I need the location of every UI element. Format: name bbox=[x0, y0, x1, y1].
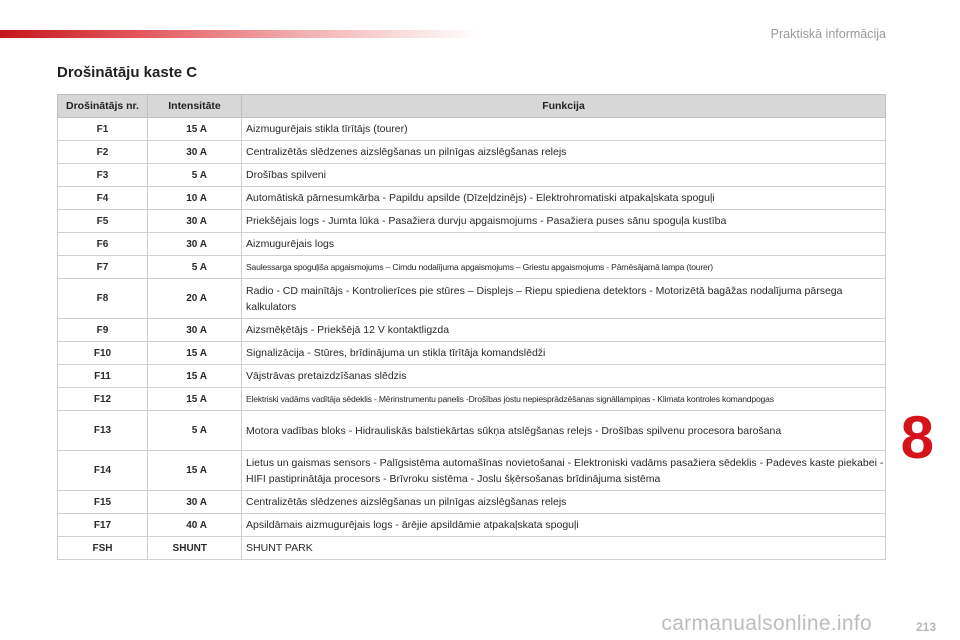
intensity-cell: 30 A bbox=[147, 232, 242, 256]
intensity-cell: 5 A bbox=[147, 255, 242, 279]
table-row: F8 20 A Radio - CD mainītājs - Kontrolierī… bbox=[57, 278, 886, 319]
function-cell: Centralizētās slēdzenes aizslēgšanas un … bbox=[241, 140, 886, 164]
table-row: F4 10 A Automātiskā pārnesumkārba - Papild… bbox=[57, 186, 886, 210]
column-header-function: Funkcija bbox=[241, 94, 886, 118]
fuse-number-cell: F3 bbox=[57, 163, 148, 187]
fuse-number-cell: F14 bbox=[57, 450, 148, 491]
function-cell: Saulessarga spoguļiša apgaismojums – Cim… bbox=[241, 255, 886, 279]
intensity-cell: 30 A bbox=[147, 318, 242, 342]
fuse-number-cell: F2 bbox=[57, 140, 148, 164]
intensity-cell: 10 A bbox=[147, 186, 242, 210]
table-row: F7 5 A Saulessarga spoguļiša apgaismojums … bbox=[57, 255, 886, 279]
table-row: F11 15 A Vājstrāvas pretaizdzīšanas slēdzi… bbox=[57, 364, 886, 388]
fuse-number-cell: F8 bbox=[57, 278, 148, 319]
intensity-cell: 40 A bbox=[147, 513, 242, 537]
intensity-cell: 30 A bbox=[147, 490, 242, 514]
fuse-number-cell: F10 bbox=[57, 341, 148, 365]
table-row: F15 30 A Centralizētās slēdzenes aizslēgša… bbox=[57, 490, 886, 514]
function-cell: Apsildāmais aizmugurējais logs - ārējie … bbox=[241, 513, 886, 537]
table-row: FSH SHUNT SHUNT PARK bbox=[57, 536, 886, 560]
intensity-cell: 15 A bbox=[147, 450, 242, 491]
fuse-number-cell: FSH bbox=[57, 536, 148, 560]
header-accent-stripe bbox=[0, 30, 480, 38]
function-cell: Aizmugurējais logs bbox=[241, 232, 886, 256]
fuse-number-cell: F6 bbox=[57, 232, 148, 256]
intensity-cell: 30 A bbox=[147, 140, 242, 164]
fuse-number-cell: F5 bbox=[57, 209, 148, 233]
fuse-number-cell: F12 bbox=[57, 387, 148, 411]
fuse-number-cell: F17 bbox=[57, 513, 148, 537]
table-row: F2 30 A Centralizētās slēdzenes aizslēgšan… bbox=[57, 140, 886, 164]
fuse-table: Drošinātājs nr. Intensitāte Funkcija F1 1… bbox=[57, 94, 886, 560]
table-row: F1 15 A Aizmugurējais stikla tīrītājs (tou… bbox=[57, 117, 886, 141]
intensity-cell: 20 A bbox=[147, 278, 242, 319]
table-row: F14 15 A Lietus un gaismas sensors - Palīg… bbox=[57, 450, 886, 491]
intensity-cell: 15 A bbox=[147, 341, 242, 365]
fuse-number-cell: F7 bbox=[57, 255, 148, 279]
function-cell: Aizsmēķētājs - Priekšējā 12 V kontaktlig… bbox=[241, 318, 886, 342]
function-cell: Motora vadības bloks - Hidrauliskās bals… bbox=[241, 410, 886, 451]
table-header-row: Drošinātājs nr. Intensitāte Funkcija bbox=[57, 94, 886, 118]
page-number: 213 bbox=[915, 620, 936, 634]
column-header-fuse-number: Drošinātājs nr. bbox=[57, 94, 148, 118]
function-cell: Drošības spilveni bbox=[241, 163, 886, 187]
function-cell: Lietus un gaismas sensors - Palīgsistēma… bbox=[241, 450, 886, 491]
function-cell: Vājstrāvas pretaizdzīšanas slēdzis bbox=[241, 364, 886, 388]
page-title: Drošinātāju kaste C bbox=[57, 64, 198, 81]
intensity-cell: 15 A bbox=[147, 387, 242, 411]
function-cell: Signalizācija - Stūres, brīdinājuma un s… bbox=[241, 341, 886, 365]
intensity-cell: 15 A bbox=[147, 364, 242, 388]
table-row: F3 5 A Drošības spilveni bbox=[57, 163, 886, 187]
function-cell: Automātiskā pārnesumkārba - Papildu apsi… bbox=[241, 186, 886, 210]
function-cell: Radio - CD mainītājs - Kontrolierīces pi… bbox=[241, 278, 886, 319]
table-row: F13 5 A Motora vadības bloks - Hidrauliskā… bbox=[57, 410, 886, 451]
intensity-cell: 5 A bbox=[147, 410, 242, 451]
watermark: carmanualsonline.info bbox=[661, 612, 872, 635]
table-row: F9 30 A Aizsmēķētājs - Priekšējā 12 V kont… bbox=[57, 318, 886, 342]
intensity-cell: SHUNT bbox=[147, 536, 242, 560]
chapter-number: 8 bbox=[900, 404, 934, 471]
table-row: F12 15 A Elektriski vadāms vadītāja sēdekl… bbox=[57, 387, 886, 411]
intensity-cell: 15 A bbox=[147, 117, 242, 141]
fuse-number-cell: F1 bbox=[57, 117, 148, 141]
function-cell: Priekšējais logs - Jumta lūka - Pasažier… bbox=[241, 209, 886, 233]
fuse-number-cell: F9 bbox=[57, 318, 148, 342]
function-cell: Centralizētās slēdzenes aizslēgšanas un … bbox=[241, 490, 886, 514]
section-header: Praktiskā informācija bbox=[770, 27, 886, 41]
table-row: F5 30 A Priekšējais logs - Jumta lūka - Pa… bbox=[57, 209, 886, 233]
table-row: F6 30 A Aizmugurējais logs bbox=[57, 232, 886, 256]
table-row: F17 40 A Apsildāmais aizmugurējais logs - … bbox=[57, 513, 886, 537]
fuse-number-cell: F15 bbox=[57, 490, 148, 514]
function-cell: Aizmugurējais stikla tīrītājs (tourer) bbox=[241, 117, 886, 141]
function-cell: Elektriski vadāms vadītāja sēdeklis - Mē… bbox=[241, 387, 886, 411]
intensity-cell: 5 A bbox=[147, 163, 242, 187]
function-cell: SHUNT PARK bbox=[241, 536, 886, 560]
fuse-number-cell: F13 bbox=[57, 410, 148, 451]
table-row: F10 15 A Signalizācija - Stūres, brīdināju… bbox=[57, 341, 886, 365]
fuse-number-cell: F4 bbox=[57, 186, 148, 210]
fuse-number-cell: F11 bbox=[57, 364, 148, 388]
column-header-intensity: Intensitāte bbox=[147, 94, 242, 118]
intensity-cell: 30 A bbox=[147, 209, 242, 233]
